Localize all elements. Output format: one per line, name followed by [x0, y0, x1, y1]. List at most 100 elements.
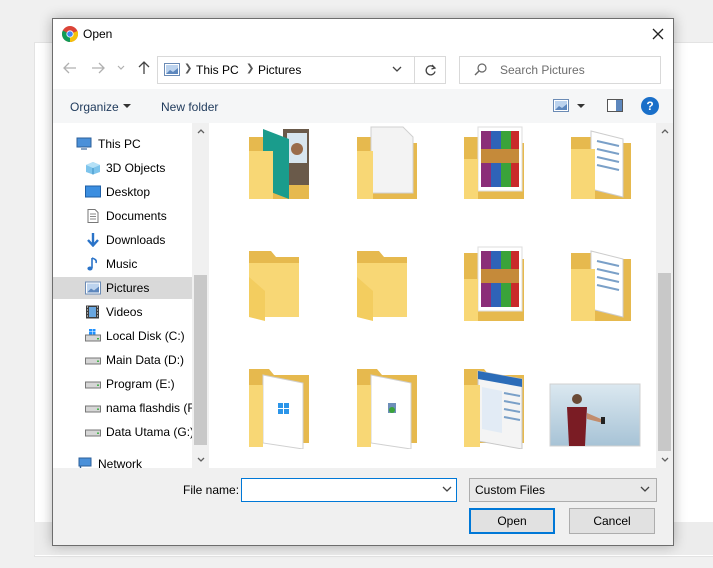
photo-thumbnail-icon — [549, 383, 641, 447]
sidebar-item-program-e[interactable]: Program (E:) — [53, 373, 192, 395]
file-item[interactable] — [458, 363, 530, 450]
arrow-right-icon — [92, 62, 105, 74]
file-name-label: File name: — [183, 483, 240, 497]
file-item[interactable] — [243, 241, 315, 327]
scroll-up-button[interactable] — [656, 123, 673, 140]
help-button[interactable]: ? — [641, 97, 659, 115]
sidebar-scrollbar[interactable] — [192, 123, 209, 468]
sidebar-item-data-utama-g[interactable]: Data Utama (G:) — [53, 421, 192, 443]
sidebar-item-this-pc[interactable]: This PC — [53, 133, 192, 155]
view-options-button[interactable] — [553, 99, 571, 113]
navigation-pane: This PC 3D Objects Desktop Documents Dow… — [53, 123, 192, 468]
picture-icon — [164, 63, 180, 76]
cancel-button[interactable]: Cancel — [569, 508, 655, 534]
file-name-input[interactable] — [241, 478, 457, 502]
help-icon: ? — [646, 99, 654, 113]
folder-windows-icon — [249, 369, 309, 450]
up-button[interactable] — [135, 59, 153, 77]
file-item[interactable] — [458, 123, 530, 205]
sidebar-item-flashdisk-f[interactable]: nama flashdis (F — [53, 397, 192, 419]
open-button[interactable]: Open — [469, 508, 555, 534]
file-item[interactable] — [351, 363, 423, 450]
file-name-panel: File name: Custom Files Open Cancel — [53, 468, 673, 545]
file-item[interactable] — [243, 123, 315, 205]
sidebar-item-music[interactable]: Music — [53, 253, 192, 275]
download-arrow-icon — [87, 233, 99, 247]
forward-button[interactable] — [89, 59, 107, 77]
sidebar-item-videos[interactable]: Videos — [53, 301, 192, 323]
sidebar-item-network[interactable]: Network — [53, 453, 192, 468]
sidebar-item-label: This PC — [98, 137, 141, 151]
file-item[interactable] — [565, 123, 637, 205]
preview-pane-icon — [607, 99, 623, 112]
breadcrumb-pictures[interactable]: Pictures — [258, 63, 301, 77]
drive-icon — [85, 381, 101, 389]
sidebar-item-main-data-d[interactable]: Main Data (D:) — [53, 349, 192, 371]
scroll-thumb[interactable] — [658, 273, 671, 451]
sidebar-item-label: Desktop — [106, 185, 151, 199]
file-item[interactable] — [565, 241, 637, 327]
search-placeholder: Search Pictures — [500, 63, 585, 77]
refresh-button[interactable] — [415, 56, 446, 84]
dialog-title: Open — [83, 27, 113, 41]
computer-icon — [76, 137, 92, 150]
scroll-down-button[interactable] — [656, 451, 673, 468]
close-icon — [652, 28, 664, 40]
file-item[interactable] — [458, 241, 530, 327]
folder-docs-icon — [571, 130, 631, 199]
folder-icon — [249, 251, 299, 321]
music-note-icon — [87, 257, 98, 271]
document-icon — [87, 209, 99, 223]
sidebar-item-documents[interactable]: Documents — [53, 205, 192, 227]
breadcrumb-this-pc[interactable]: This PC — [196, 63, 239, 77]
caret-down-icon — [577, 104, 585, 108]
file-list-scrollbar[interactable] — [656, 123, 673, 468]
view-icon — [553, 99, 569, 112]
back-button[interactable] — [61, 59, 79, 77]
chrome-logo-icon — [62, 26, 78, 42]
file-item[interactable] — [243, 363, 315, 450]
sidebar-item-downloads[interactable]: Downloads — [53, 229, 192, 251]
file-item[interactable] — [549, 383, 641, 447]
navigation-bar: ❯ This PC ❯ Pictures Search Pictures — [53, 49, 673, 89]
close-button[interactable] — [643, 19, 673, 49]
organize-button[interactable]: Organize — [70, 100, 119, 114]
recent-locations-button[interactable] — [115, 59, 127, 77]
file-type-value: Custom Files — [475, 483, 546, 497]
desktop-icon — [85, 185, 101, 198]
chevron-up-icon — [197, 129, 204, 134]
sidebar-item-label: Pictures — [106, 281, 150, 295]
title-bar: Open — [53, 19, 673, 49]
scroll-up-button[interactable] — [192, 123, 209, 140]
sidebar-item-label: Videos — [106, 305, 143, 319]
address-dropdown-button[interactable] — [387, 56, 407, 82]
caret-down-icon — [123, 104, 131, 108]
sidebar-item-local-disk-c[interactable]: Local Disk (C:) — [53, 325, 192, 347]
new-folder-button[interactable]: New folder — [161, 100, 218, 114]
file-item[interactable] — [351, 123, 423, 205]
scroll-thumb[interactable] — [194, 275, 207, 445]
film-icon — [86, 305, 99, 319]
open-file-dialog: Open ❯ This PC ❯ Pictures Search Picture… — [52, 18, 674, 546]
file-list-view — [209, 123, 656, 468]
preview-pane-button[interactable] — [607, 99, 623, 113]
chevron-down-icon — [197, 457, 204, 462]
folder-winrar-icon — [464, 246, 524, 321]
sidebar-item-label: Main Data (D:) — [106, 353, 185, 367]
search-box[interactable]: Search Pictures — [459, 56, 661, 84]
sidebar-item-label: Network — [98, 457, 143, 468]
cube-icon — [86, 162, 100, 175]
sidebar-item-label: Local Disk (C:) — [106, 329, 185, 343]
address-bar[interactable]: ❯ This PC ❯ Pictures — [157, 56, 415, 84]
folder-docs-icon — [571, 250, 631, 321]
arrow-left-icon — [63, 62, 76, 74]
sidebar-item-3d-objects[interactable]: 3D Objects — [53, 157, 192, 179]
sidebar-item-label: Documents — [106, 209, 167, 223]
file-type-select[interactable]: Custom Files — [469, 478, 657, 502]
drive-icon — [85, 429, 101, 437]
file-item[interactable] — [351, 241, 423, 327]
sidebar-item-pictures[interactable]: Pictures — [53, 277, 192, 299]
chevron-down-icon[interactable] — [442, 483, 452, 495]
scroll-down-button[interactable] — [192, 451, 209, 468]
sidebar-item-desktop[interactable]: Desktop — [53, 181, 192, 203]
